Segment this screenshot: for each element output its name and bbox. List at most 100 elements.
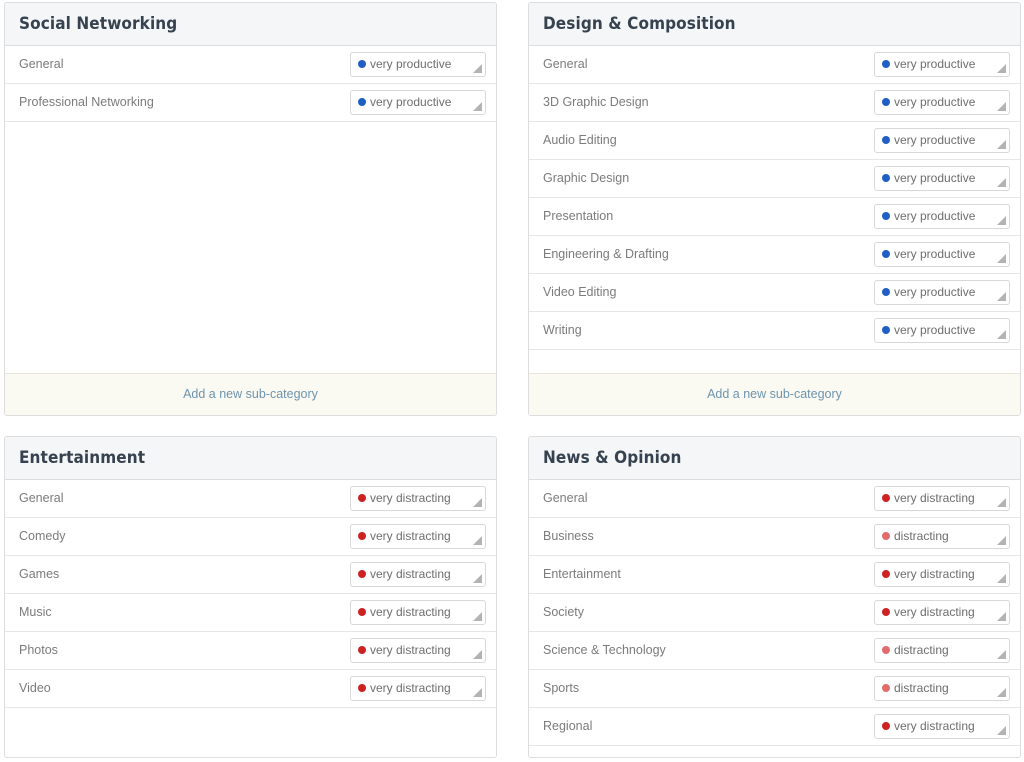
resize-handle-icon[interactable] xyxy=(997,254,1006,263)
productivity-select[interactable]: very distracting xyxy=(350,486,486,511)
add-subcategory-link[interactable]: Add a new sub-category xyxy=(707,387,842,401)
panel-body-entertainment: Generalvery distractingComedyvery distra… xyxy=(5,480,496,757)
productivity-select[interactable]: very productive xyxy=(874,280,1010,305)
productivity-select[interactable]: very distracting xyxy=(350,524,486,549)
resize-handle-icon[interactable] xyxy=(997,726,1006,735)
resize-handle-icon[interactable] xyxy=(997,216,1006,225)
productivity-select-value: very productive xyxy=(894,286,975,298)
resize-handle-icon[interactable] xyxy=(997,102,1006,111)
panel-title: Design & Composition xyxy=(543,15,1006,34)
productivity-select[interactable]: very productive xyxy=(874,128,1010,153)
resize-handle-icon[interactable] xyxy=(997,330,1006,339)
resize-handle-icon[interactable] xyxy=(473,64,482,73)
table-row: Engineering & Draftingvery productive xyxy=(529,236,1020,274)
productivity-select[interactable]: very distracting xyxy=(350,600,486,625)
productivity-select-value: very distracting xyxy=(370,682,451,694)
resize-handle-icon[interactable] xyxy=(997,536,1006,545)
resize-handle-icon[interactable] xyxy=(997,292,1006,301)
status-dot-icon xyxy=(882,136,890,144)
panel-news-opinion: News & Opinion Generalvery distractingBus… xyxy=(528,436,1021,758)
subcategory-label: General xyxy=(19,57,63,71)
table-row: Generalvery distracting xyxy=(529,480,1020,518)
table-row: Audio Editing very productive xyxy=(529,122,1020,160)
productivity-select[interactable]: very productive xyxy=(350,90,486,115)
resize-handle-icon[interactable] xyxy=(473,650,482,659)
resize-handle-icon[interactable] xyxy=(473,536,482,545)
subcategory-label: Science & Technology xyxy=(543,643,666,657)
subcategory-label: Presentation xyxy=(543,209,613,223)
table-row: Science & Technology distracting xyxy=(529,632,1020,670)
productivity-select-value: very distracting xyxy=(370,492,451,504)
add-subcategory-link[interactable]: Add a new sub-category xyxy=(183,387,318,401)
status-dot-icon xyxy=(882,98,890,106)
resize-handle-icon[interactable] xyxy=(997,64,1006,73)
resize-handle-icon[interactable] xyxy=(997,498,1006,507)
panel-title: News & Opinion xyxy=(543,449,1006,468)
resize-handle-icon[interactable] xyxy=(997,574,1006,583)
productivity-select[interactable]: distracting xyxy=(874,524,1010,549)
subcategory-label: General xyxy=(19,491,63,505)
subcategory-label: Video xyxy=(19,681,51,695)
productivity-select-value: very distracting xyxy=(370,606,451,618)
productivity-select[interactable]: very productive xyxy=(874,204,1010,229)
resize-handle-icon[interactable] xyxy=(473,102,482,111)
subcategory-label: Entertainment xyxy=(543,567,621,581)
table-row: Generalvery productive xyxy=(529,46,1020,84)
resize-handle-icon[interactable] xyxy=(997,140,1006,149)
productivity-select-value: distracting xyxy=(894,682,949,694)
status-dot-icon xyxy=(882,288,890,296)
resize-handle-icon[interactable] xyxy=(473,612,482,621)
productivity-select[interactable]: distracting xyxy=(874,676,1010,701)
status-dot-icon xyxy=(882,608,890,616)
resize-handle-icon[interactable] xyxy=(473,688,482,697)
status-dot-icon xyxy=(882,250,890,258)
resize-handle-icon[interactable] xyxy=(997,688,1006,697)
productivity-select[interactable]: very distracting xyxy=(874,714,1010,739)
resize-handle-icon[interactable] xyxy=(473,498,482,507)
productivity-select[interactable]: very distracting xyxy=(874,600,1010,625)
productivity-select[interactable]: very distracting xyxy=(874,486,1010,511)
resize-handle-icon[interactable] xyxy=(997,650,1006,659)
productivity-select[interactable]: very productive xyxy=(350,52,486,77)
productivity-select[interactable]: very distracting xyxy=(350,676,486,701)
status-dot-icon xyxy=(882,326,890,334)
productivity-select[interactable]: very productive xyxy=(874,90,1010,115)
subcategory-label: Music xyxy=(19,605,52,619)
resize-handle-icon[interactable] xyxy=(997,178,1006,187)
status-dot-icon xyxy=(882,212,890,220)
status-dot-icon xyxy=(358,646,366,654)
status-dot-icon xyxy=(882,532,890,540)
productivity-select[interactable]: very distracting xyxy=(350,562,486,587)
productivity-select[interactable]: very distracting xyxy=(874,562,1010,587)
resize-handle-icon[interactable] xyxy=(997,612,1006,621)
table-row: General very productive xyxy=(5,46,496,84)
panel-design-composition: Design & Composition Generalvery producti… xyxy=(528,2,1021,416)
panel-header-design-composition: Design & Composition xyxy=(529,3,1020,46)
productivity-select-value: very distracting xyxy=(370,568,451,580)
productivity-select[interactable]: very distracting xyxy=(350,638,486,663)
productivity-select-value: very productive xyxy=(894,96,975,108)
table-row: Sports distracting xyxy=(529,670,1020,708)
panel-footer-social-networking: Add a new sub-category xyxy=(5,373,496,415)
subcategory-label: Professional Networking xyxy=(19,95,154,109)
panel-header-news-opinion: News & Opinion xyxy=(529,437,1020,480)
table-row: Businessdistracting xyxy=(529,518,1020,556)
productivity-select-value: very productive xyxy=(894,210,975,222)
productivity-select-value: very productive xyxy=(370,58,451,70)
productivity-select[interactable]: very productive xyxy=(874,242,1010,267)
subcategory-label: Graphic Design xyxy=(543,171,629,185)
subcategory-label: Writing xyxy=(543,323,582,337)
productivity-select-value: very distracting xyxy=(370,530,451,542)
status-dot-icon xyxy=(358,608,366,616)
productivity-select-value: very distracting xyxy=(894,720,975,732)
subcategory-label: Audio Editing xyxy=(543,133,617,147)
status-dot-icon xyxy=(358,570,366,578)
productivity-select[interactable]: very productive xyxy=(874,166,1010,191)
productivity-select-value: very productive xyxy=(894,134,975,146)
subcategory-label: Sports xyxy=(543,681,579,695)
productivity-select[interactable]: very productive xyxy=(874,318,1010,343)
resize-handle-icon[interactable] xyxy=(473,574,482,583)
productivity-select[interactable]: distracting xyxy=(874,638,1010,663)
productivity-select-value: very productive xyxy=(894,248,975,260)
productivity-select[interactable]: very productive xyxy=(874,52,1010,77)
